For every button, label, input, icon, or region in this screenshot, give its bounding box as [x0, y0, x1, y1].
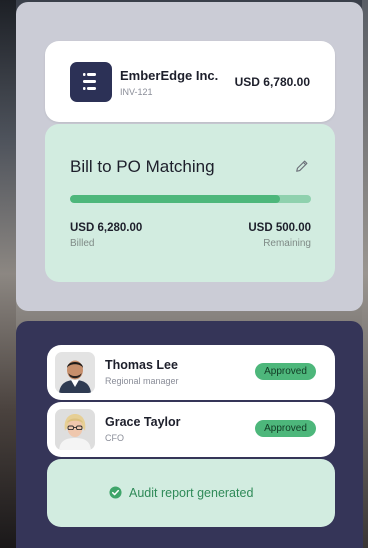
check-circle-icon	[109, 486, 122, 499]
company-name: EmberEdge Inc.	[120, 68, 219, 83]
matching-card: Bill to PO Matching USD 6,280.00 Billed …	[45, 124, 335, 282]
audit-status-text: Audit report generated	[129, 486, 254, 500]
status-badge: Approved	[255, 420, 316, 437]
approver-name: Thomas Lee	[105, 358, 178, 372]
pencil-icon[interactable]	[295, 159, 309, 173]
approver-card[interactable]: Grace Taylor CFO Approved	[47, 402, 335, 457]
remaining-value: USD 500.00	[248, 222, 311, 234]
avatar	[55, 352, 95, 393]
invoice-amount: USD 6,780.00	[234, 75, 310, 89]
approver-role: CFO	[105, 433, 124, 443]
status-badge: Approved	[255, 363, 316, 380]
matching-progress-bar	[70, 195, 311, 203]
invoice-id: INV-121	[120, 87, 153, 97]
background-photo-left	[0, 0, 16, 548]
approver-card[interactable]: Thomas Lee Regional manager Approved	[47, 345, 335, 400]
approver-name: Grace Taylor	[105, 415, 181, 429]
invoice-card[interactable]: EmberEdge Inc. INV-121 USD 6,780.00	[45, 41, 335, 122]
billed-value: USD 6,280.00	[70, 222, 143, 234]
company-logo	[70, 62, 112, 102]
approver-role: Regional manager	[105, 376, 179, 386]
logo-icon	[83, 73, 96, 90]
avatar	[55, 409, 95, 450]
matching-title: Bill to PO Matching	[70, 157, 215, 176]
billed-label: Billed	[70, 238, 95, 249]
matching-progress-fill	[70, 195, 280, 203]
audit-card[interactable]: Audit report generated	[47, 459, 335, 527]
remaining-label: Remaining	[263, 238, 311, 249]
